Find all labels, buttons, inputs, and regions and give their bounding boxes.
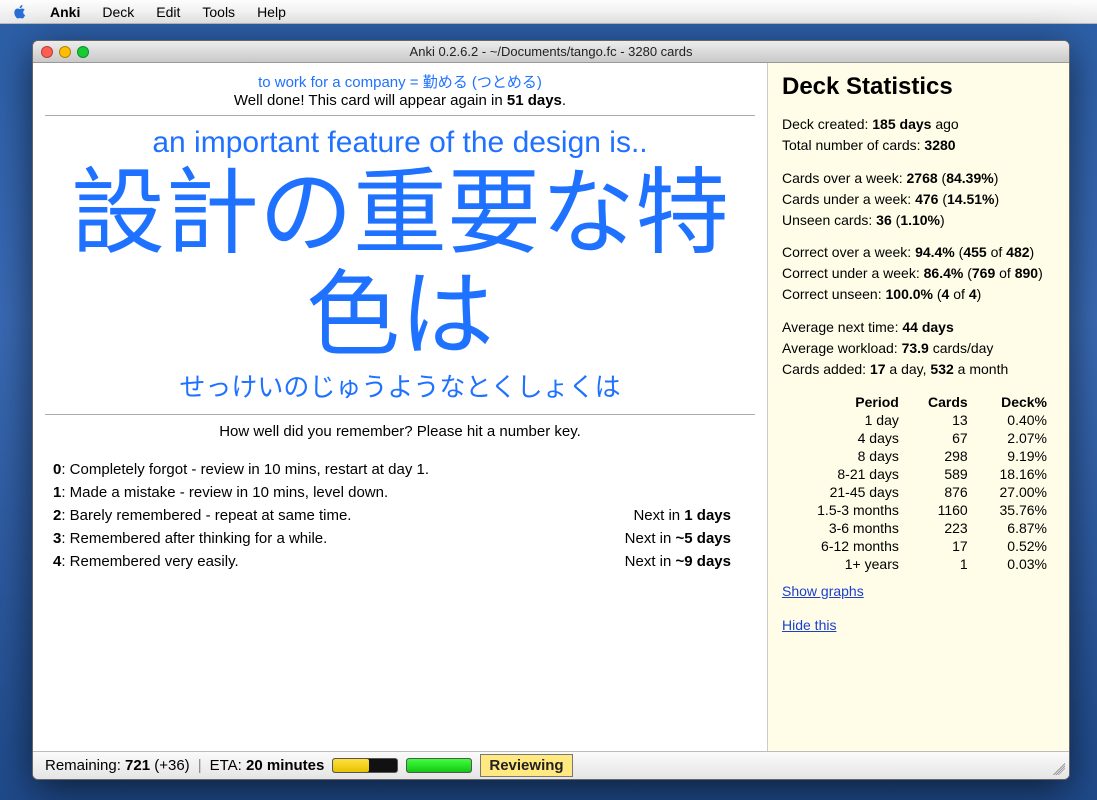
table-row: 8-21 days58918.16%: [782, 465, 1055, 483]
show-graphs-link[interactable]: Show graphs: [782, 583, 864, 599]
progress-bar-green: [406, 758, 472, 773]
divider: [45, 115, 755, 116]
table-row: 8 days2989.19%: [782, 447, 1055, 465]
table-row: 6-12 months170.52%: [782, 537, 1055, 555]
answer-options: 0: Completely forgot - review in 10 mins…: [49, 458, 751, 573]
card-reading: せっけいのじゅうようなとくしょくは: [45, 367, 755, 404]
app-window: Anki 0.2.6.2 - ~/Documents/tango.fc - 32…: [32, 40, 1070, 780]
avg-next-time: Average next time: 44 days: [782, 318, 1055, 337]
cards-added: Cards added: 17 a day, 532 a month: [782, 360, 1055, 379]
apple-logo-icon[interactable]: [12, 4, 28, 20]
previous-card-summary: to work for a company = 勤める (つとめる): [45, 71, 755, 92]
answer-option-4[interactable]: 4: Remembered very easily. Next in ~9 da…: [49, 550, 751, 573]
menu-help[interactable]: Help: [257, 4, 286, 20]
card-main-text: 設計の重要な特色は: [45, 162, 755, 365]
correct-under-week: Correct under a week: 86.4% (769 of 890): [782, 264, 1055, 283]
eta-label: ETA: 20 minutes: [210, 757, 325, 774]
progress-bar-yellow: [332, 758, 398, 773]
menu-edit[interactable]: Edit: [156, 4, 180, 20]
menu-deck[interactable]: Deck: [102, 4, 134, 20]
table-row: 21-45 days87627.00%: [782, 483, 1055, 501]
answer-prompt: How well did you remember? Please hit a …: [49, 423, 751, 440]
titlebar[interactable]: Anki 0.2.6.2 - ~/Documents/tango.fc - 32…: [33, 41, 1069, 63]
cards-over-week: Cards over a week: 2768 (84.39%): [782, 169, 1055, 188]
avg-workload: Average workload: 73.9 cards/day: [782, 339, 1055, 358]
answer-option-1[interactable]: 1: Made a mistake - review in 10 mins, l…: [49, 481, 751, 504]
app-name[interactable]: Anki: [50, 4, 80, 20]
table-row: 4 days672.07%: [782, 429, 1055, 447]
deck-created: Deck created: 185 days ago: [782, 115, 1055, 134]
stats-sidebar: Deck Statistics Deck created: 185 days a…: [767, 63, 1069, 751]
menu-tools[interactable]: Tools: [202, 4, 235, 20]
correct-over-week: Correct over a week: 94.4% (455 of 482): [782, 243, 1055, 262]
total-cards: Total number of cards: 3280: [782, 136, 1055, 155]
hide-this-link[interactable]: Hide this: [782, 617, 836, 633]
table-row: 1 day130.40%: [782, 411, 1055, 429]
mode-indicator: Reviewing: [480, 754, 572, 777]
unseen-cards: Unseen cards: 36 (1.10%): [782, 211, 1055, 230]
correct-unseen: Correct unseen: 100.0% (4 of 4): [782, 285, 1055, 304]
card-hint: an important feature of the design is..: [45, 126, 755, 160]
schedule-message: Well done! This card will appear again i…: [45, 92, 755, 109]
flashcard: an important feature of the design is.. …: [45, 126, 755, 404]
answer-option-3[interactable]: 3: Remembered after thinking for a while…: [49, 527, 751, 550]
status-bar: Remaining: 721 (+36) | ETA: 20 minutes R…: [33, 751, 1069, 779]
divider: [45, 414, 755, 415]
answer-option-0[interactable]: 0: Completely forgot - review in 10 mins…: [49, 458, 751, 481]
main-pane: to work for a company = 勤める (つとめる) Well …: [33, 63, 767, 751]
next-interval: Next in 1 days: [633, 507, 731, 524]
table-row: 3-6 months2236.87%: [782, 519, 1055, 537]
table-row: 1+ years10.03%: [782, 555, 1055, 573]
answer-option-2[interactable]: 2: Barely remembered - repeat at same ti…: [49, 504, 751, 527]
period-table: Period Cards Deck% 1 day130.40%4 days672…: [782, 393, 1055, 573]
next-interval: Next in ~9 days: [625, 553, 731, 570]
stats-title: Deck Statistics: [782, 73, 1055, 101]
resize-handle-icon[interactable]: [1053, 763, 1065, 775]
next-interval: Next in ~5 days: [625, 530, 731, 547]
window-title: Anki 0.2.6.2 - ~/Documents/tango.fc - 32…: [33, 44, 1069, 59]
remaining-label: Remaining: 721 (+36): [45, 757, 190, 774]
table-row: 1.5-3 months116035.76%: [782, 501, 1055, 519]
cards-under-week: Cards under a week: 476 (14.51%): [782, 190, 1055, 209]
system-menubar: Anki Deck Edit Tools Help: [0, 0, 1097, 24]
